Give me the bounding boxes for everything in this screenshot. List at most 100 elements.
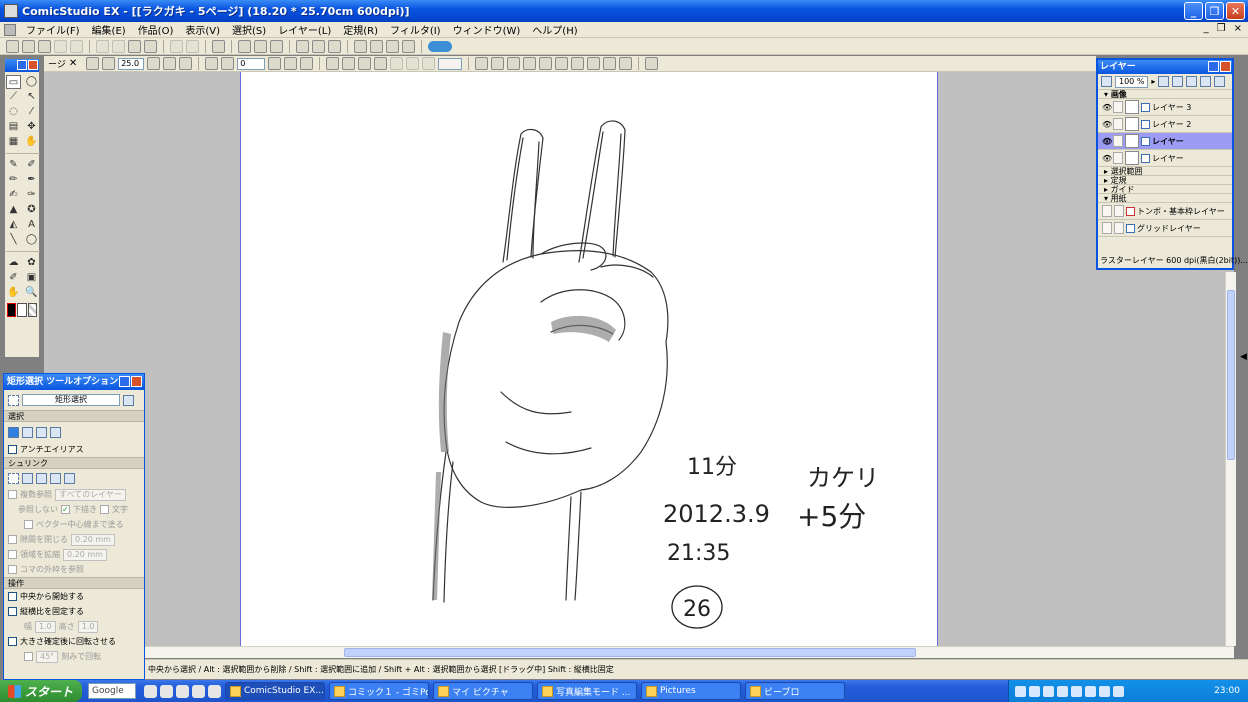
text-tool-icon[interactable]: A <box>24 218 39 232</box>
main-color-swatch[interactable] <box>7 303 17 317</box>
menu-view[interactable]: 表示(V) <box>179 22 226 37</box>
rotate-snap-input[interactable]: 45° <box>36 650 59 663</box>
maximize-button[interactable]: ❐ <box>1205 2 1224 20</box>
layer-row[interactable]: 👁 レイヤー 3 <box>1098 99 1232 116</box>
menu-filter[interactable]: フィルタ(I) <box>384 22 447 37</box>
taskbar-item[interactable]: ビーブロ <box>745 682 845 700</box>
media-player-icon[interactable] <box>1071 685 1082 697</box>
blend-mode-icon[interactable] <box>1101 76 1112 87</box>
fix-ratio-checkbox[interactable] <box>8 607 17 616</box>
clip-icon[interactable] <box>428 40 452 52</box>
flip-vertical-icon[interactable] <box>300 57 314 70</box>
select-pen-icon[interactable]: ◌ <box>6 105 21 119</box>
tool-menu-icon[interactable] <box>123 394 134 406</box>
grid-icon[interactable] <box>386 39 399 53</box>
sample-icon-1[interactable] <box>8 472 19 484</box>
frame-icon[interactable] <box>326 57 340 70</box>
text-checkbox[interactable] <box>100 505 109 514</box>
mdi-close-button[interactable]: × <box>1234 23 1242 34</box>
layer-minimize-button[interactable] <box>1208 61 1219 72</box>
mdi-restore-button[interactable]: ❐ <box>1217 23 1226 34</box>
close-gap-input[interactable]: 0.20 mm <box>71 533 115 546</box>
frame-tool-icon[interactable]: ▣ <box>24 271 39 285</box>
sample-icon-4[interactable] <box>50 472 61 484</box>
concentric-ruler-icon[interactable] <box>523 57 537 70</box>
play-icon[interactable] <box>402 39 415 53</box>
layer-lock-box[interactable] <box>1113 152 1123 164</box>
transparent-swatch[interactable] <box>27 303 37 317</box>
mask-icon[interactable] <box>406 57 420 70</box>
layer-visibility-box[interactable] <box>1102 205 1112 217</box>
eye-icon[interactable]: 👁 <box>1102 137 1112 146</box>
multi-ref-select[interactable]: すべてのレイヤー <box>55 488 126 501</box>
media-player-icon[interactable] <box>1043 685 1054 697</box>
pencil-icon[interactable]: ✏ <box>6 173 21 187</box>
page-icon[interactable] <box>86 57 100 70</box>
eye-icon[interactable]: 👁 <box>1102 120 1112 129</box>
rotate-after-checkbox[interactable] <box>8 637 17 646</box>
guide-icon[interactable] <box>603 57 617 70</box>
taskbar-item[interactable]: Pictures <box>641 682 741 700</box>
palette-close-button[interactable] <box>28 60 38 70</box>
vertical-scroll-thumb[interactable] <box>1227 290 1235 460</box>
ellipse-tool-icon[interactable]: ◯ <box>24 233 39 247</box>
panel-toggle-icon[interactable] <box>645 57 659 70</box>
stamp-tool-icon[interactable]: ✿ <box>24 256 39 270</box>
triangle-ruler-icon[interactable] <box>491 57 505 70</box>
layer-visibility-box[interactable] <box>1102 222 1112 234</box>
navigator-icon[interactable] <box>312 39 325 53</box>
paste-icon[interactable] <box>128 39 141 53</box>
radial-icon[interactable] <box>587 57 601 70</box>
fill-icon[interactable]: ▲ <box>6 203 21 217</box>
fit-page-icon[interactable] <box>147 57 161 70</box>
quick-mask-icon[interactable] <box>422 57 436 70</box>
redo-icon[interactable] <box>186 39 199 53</box>
lower-checkbox[interactable] <box>61 505 70 514</box>
menu-file[interactable]: ファイル(F) <box>20 22 86 37</box>
open-file-icon[interactable] <box>22 39 35 53</box>
parallel-ruler-icon[interactable] <box>507 57 521 70</box>
paper-layer-row[interactable]: トンボ・基本枠レイヤー <box>1098 203 1232 220</box>
preview-icon[interactable] <box>370 39 383 53</box>
grab-icon[interactable]: ✋ <box>6 286 21 300</box>
balloon-tool-icon[interactable]: ☁ <box>6 256 21 270</box>
menu-ruler[interactable]: 定規(R) <box>337 22 384 37</box>
close-button[interactable]: ✕ <box>1226 2 1245 20</box>
layer-lock-box[interactable] <box>1114 205 1124 217</box>
actual-size-icon[interactable] <box>163 57 177 70</box>
tone-tool-icon[interactable]: ▦ <box>6 135 21 149</box>
eye-icon[interactable]: 👁 <box>1102 154 1112 163</box>
rotate-reset-icon[interactable] <box>268 57 282 70</box>
spread-view-icon[interactable] <box>254 39 267 53</box>
open-folder-icon[interactable] <box>38 39 51 53</box>
start-center-checkbox[interactable] <box>8 592 17 601</box>
paper-layer-row[interactable]: グリッドレイヤー <box>1098 220 1232 237</box>
horizontal-scroll-thumb[interactable] <box>344 648 916 657</box>
layer-close-button[interactable] <box>1220 61 1231 72</box>
transform-icon[interactable] <box>342 57 356 70</box>
security-icon[interactable] <box>1113 685 1124 697</box>
document-icon[interactable] <box>4 23 16 36</box>
rotate-left-icon[interactable] <box>205 57 219 70</box>
menu-work[interactable]: 作品(O) <box>132 22 180 37</box>
menu-edit[interactable]: 編集(E) <box>86 22 132 37</box>
layer-row-active[interactable]: 👁 レイヤー <box>1098 133 1232 150</box>
layer-lock-box[interactable] <box>1113 101 1123 113</box>
line-tool-icon[interactable]: ╲ <box>6 233 21 247</box>
quicklaunch-icon[interactable] <box>144 684 157 698</box>
sample-icon-5[interactable] <box>64 472 75 484</box>
rect-select-icon[interactable]: ▭ <box>6 75 21 89</box>
expand-input[interactable]: 0.20 mm <box>63 548 107 561</box>
lasso-icon[interactable]: ◯ <box>24 75 39 89</box>
taskbar-item[interactable]: マイ ピクチャ <box>433 682 533 700</box>
vector-center-checkbox[interactable] <box>24 520 33 529</box>
menu-window[interactable]: ウィンドウ(W) <box>447 22 527 37</box>
options-minimize-button[interactable] <box>119 376 130 387</box>
layer-opacity-field[interactable]: 100 % <box>1115 75 1149 88</box>
zoom-tool-icon[interactable]: 🔍 <box>24 286 39 300</box>
selection-icon[interactable] <box>390 57 404 70</box>
pattern-brush-icon[interactable]: ✪ <box>24 203 39 217</box>
hand-tool-icon[interactable]: ✋ <box>24 135 39 149</box>
add-selection-icon[interactable] <box>22 426 33 438</box>
object-select-icon[interactable]: ↖ <box>24 90 39 104</box>
